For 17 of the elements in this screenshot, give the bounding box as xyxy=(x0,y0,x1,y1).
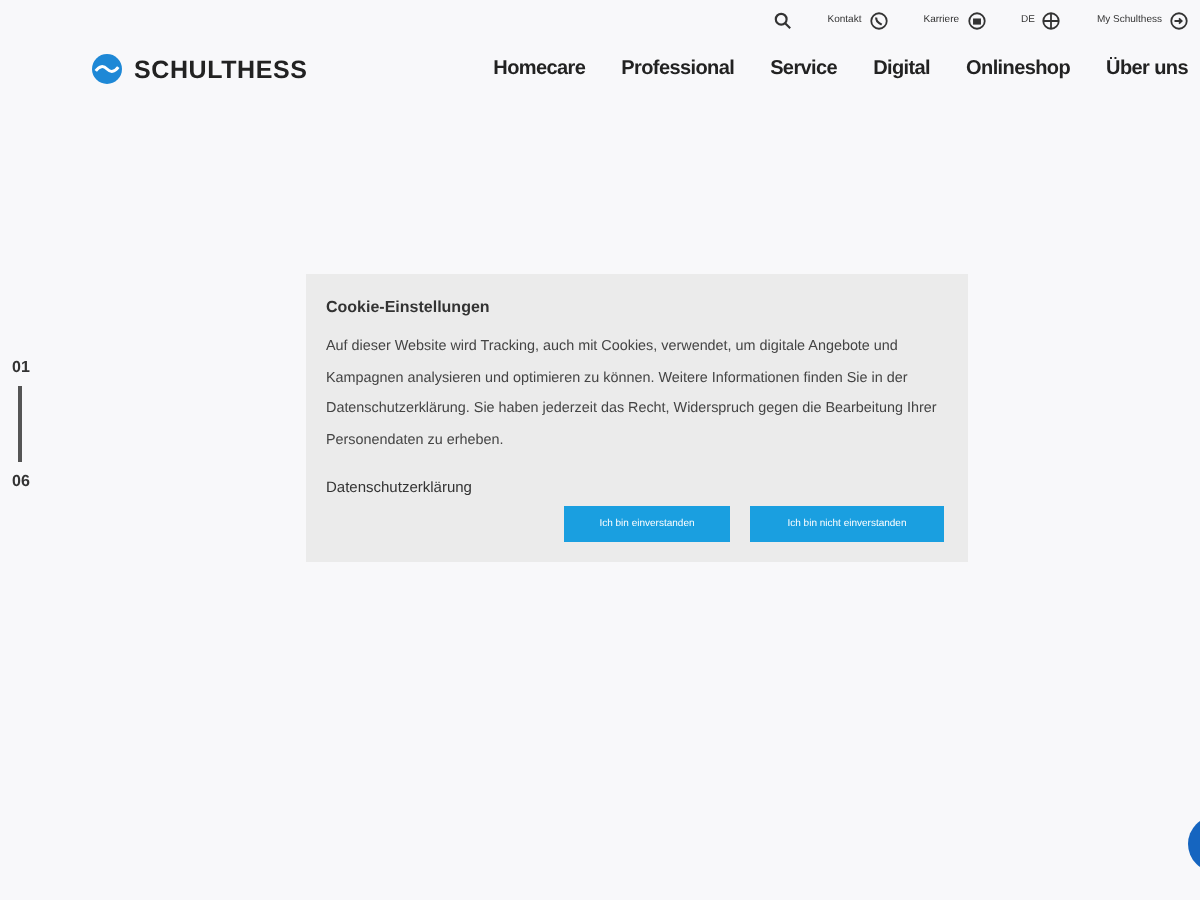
login-icon[interactable] xyxy=(1170,11,1188,29)
nav-link[interactable]: Digital xyxy=(873,58,931,80)
phone-icon[interactable] xyxy=(869,11,888,29)
search-icon[interactable] xyxy=(773,11,792,29)
slide-number: 01 xyxy=(12,358,30,376)
logo-icon[interactable] xyxy=(92,54,122,84)
nav-link[interactable]: Onlineshop xyxy=(966,58,1071,80)
logo-text[interactable]: SCHULTHESS xyxy=(134,55,308,83)
progress-line xyxy=(18,386,23,462)
dialog-title: Cookie-Einstellungen xyxy=(326,298,492,316)
nav-link[interactable]: Über uns xyxy=(1106,58,1188,80)
plus-circle-icon[interactable] xyxy=(1042,11,1061,29)
nav-link[interactable]: Professional xyxy=(621,58,735,80)
nav-link[interactable]: Service xyxy=(770,58,838,80)
nav-link[interactable]: Homecare xyxy=(493,58,586,80)
slide-total: 06 xyxy=(12,472,30,490)
briefcase-icon[interactable] xyxy=(967,11,986,29)
